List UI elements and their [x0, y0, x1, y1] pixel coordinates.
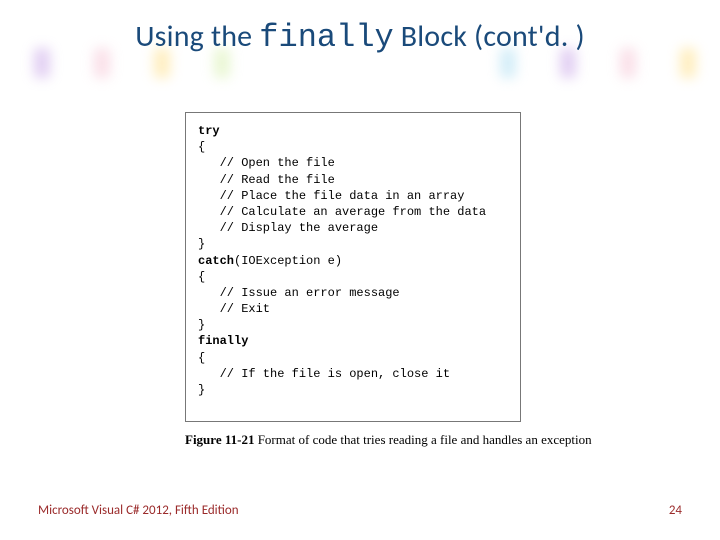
- slide-title: Using the finally Block (cont'd. ): [0, 18, 720, 56]
- title-pre: Using the: [135, 18, 259, 55]
- code-line: {: [198, 270, 205, 284]
- code-line: {: [198, 351, 205, 365]
- figure-caption: Figure 11-21 Format of code that tries r…: [185, 432, 700, 448]
- code-line: // Read the file: [198, 173, 335, 187]
- code-line: (IOException e): [234, 254, 342, 268]
- code-line: {: [198, 140, 205, 154]
- code-box: try { // Open the file // Read the file …: [185, 112, 521, 422]
- code-line: // Display the average: [198, 221, 378, 235]
- code-line: // Exit: [198, 302, 270, 316]
- code-line: // Calculate an average from the data: [198, 205, 486, 219]
- title-mono: finally: [259, 19, 393, 56]
- code-line: // Issue an error message: [198, 286, 400, 300]
- code-line: // If the file is open, close it: [198, 367, 450, 381]
- footer-book-title: Microsoft Visual C# 2012, Fifth Edition: [38, 503, 239, 518]
- kw-try: try: [198, 124, 220, 138]
- code-line: }: [198, 318, 205, 332]
- figure-number: Figure 11-21: [185, 432, 254, 447]
- code-line: // Place the file data in an array: [198, 189, 464, 203]
- code-line: }: [198, 237, 205, 251]
- kw-finally: finally: [198, 334, 248, 348]
- figure-text: Format of code that tries reading a file…: [254, 432, 591, 447]
- code-line: }: [198, 383, 205, 397]
- title-post: Block (cont'd. ): [394, 18, 585, 55]
- kw-catch: catch: [198, 254, 234, 268]
- code-line: // Open the file: [198, 156, 335, 170]
- footer-page-number: 24: [669, 503, 682, 518]
